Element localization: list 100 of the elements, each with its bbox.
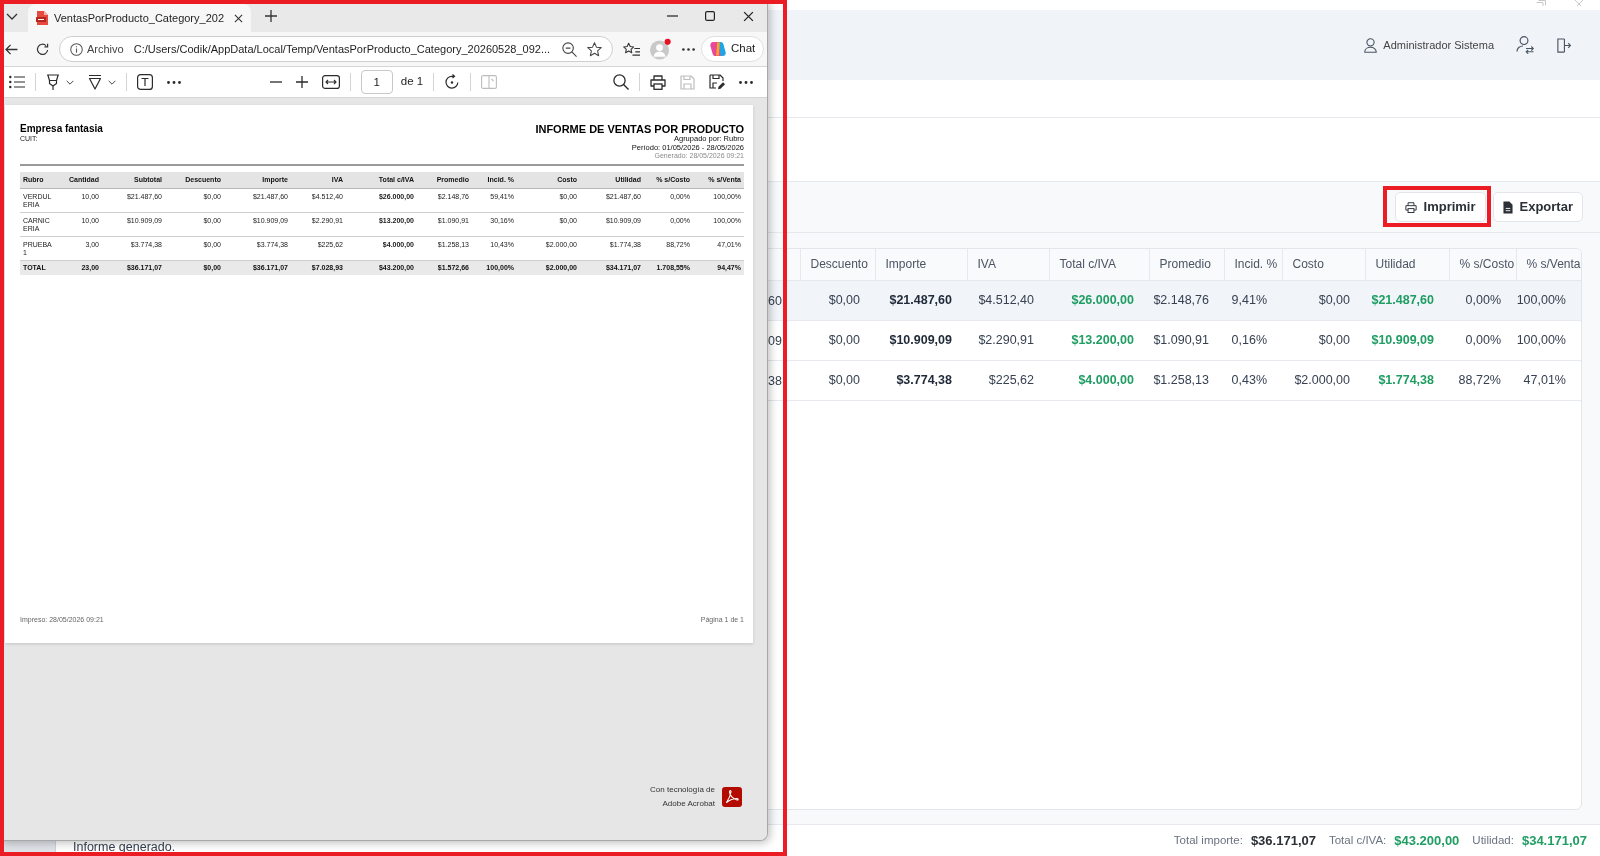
page-count-label: de 1 [400,74,424,90]
rotate-icon[interactable] [444,74,461,90]
address-bar[interactable]: Archivo C:/Users/Codik/AppData/Local/Temp/VentasPorProducto_Category_20260528_092... [59,36,613,62]
table-cell: $1.258,13 [1149,360,1224,400]
user-switch-icon[interactable] [1516,36,1534,54]
column-header: Promedio [1149,249,1224,280]
table-cell: $0,00 [1282,320,1365,360]
table-cell: $13.200,00 [1049,320,1149,360]
printer-icon[interactable] [650,74,666,90]
caret-icon[interactable] [108,79,116,85]
table-cell: 09 [768,334,782,348]
table-cell: 100,00% [1516,280,1581,320]
table-cell: 47,01% [1516,360,1581,400]
pdf-file-icon [36,11,48,25]
user-icon [1364,37,1378,53]
zoom-out-icon[interactable] [562,41,577,57]
table-cell: 0,43% [1224,360,1282,400]
star-icon[interactable] [587,41,602,57]
plus-icon[interactable] [265,10,277,22]
table-cell: $0,00 [1282,280,1365,320]
reload-icon[interactable] [36,42,49,56]
status-message: Informe generado. [73,841,176,853]
table-cell: $0,00 [800,360,875,400]
minus-icon[interactable] [269,81,282,83]
favorites-icon[interactable] [623,41,640,57]
url-text: C:/Users/Codik/AppData/Local/Temp/VentasPorProducto_Category_20260528_092... [133,41,551,57]
column-header: IVA [967,249,1049,280]
table-cell: $21.487,60 [1365,280,1449,320]
table-cell: $2.148,76 [1149,280,1224,320]
swirl-logo-icon [710,41,726,57]
print-button[interactable]: Imprimir [1394,192,1486,222]
table-cell: 0,00% [1449,320,1516,360]
back-icon[interactable] [5,43,18,55]
maximize-icon[interactable] [705,11,715,21]
plus-icon[interactable] [295,76,308,88]
column-header: Utilidad [1365,249,1449,280]
minimize-icon[interactable] [666,15,678,17]
table-row[interactable]: 60 $0,00 $21.487,60 $4.512,40 $26.000,00 $2.148,76 9,41% $0,00 $21.487,60 0,00% 100,00% [768,280,1581,320]
close-icon[interactable] [234,13,243,23]
more-icon[interactable] [739,80,753,84]
table-cell: $0,00 [800,280,875,320]
total-value: $36.171,07 [1250,831,1316,850]
close-icon[interactable] [742,10,754,22]
total-label: Total importe: [1173,832,1243,848]
table-cell: 88,72% [1449,360,1516,400]
highlighter-icon[interactable] [46,74,60,90]
table-cell: $4.000,00 [1049,360,1149,400]
more-icon[interactable] [167,80,181,84]
column-header: Costo [1282,249,1365,280]
text-box-icon[interactable] [137,74,153,90]
total-value: $34.171,07 [1521,831,1587,850]
info-icon [70,42,83,56]
export-button[interactable]: Exportar [1492,192,1583,222]
table-cell: $10.909,09 [1365,320,1449,360]
column-header: % s/Costo [1449,249,1516,280]
branding-text: Con tecnología de [650,784,715,796]
pdf-logo-icon [722,787,742,807]
table-cell: 0,00% [1449,280,1516,320]
table-cell: $1.774,38 [1365,360,1449,400]
search-icon[interactable] [613,74,629,90]
caret-icon[interactable] [66,79,74,85]
pen-icon[interactable] [88,74,102,90]
page-number-field[interactable]: 1 [360,70,393,94]
table-cell: $225,62 [967,360,1049,400]
report-title: INFORME DE VENTAS POR PRODUCTO [535,123,744,135]
company-name: Empresa fantasia [20,123,103,135]
table-cell: $2.290,91 [967,320,1049,360]
printer-icon [1404,201,1417,213]
total-label: Utilidad: [1472,832,1514,848]
table-cell: $26.000,00 [1049,280,1149,320]
table-row[interactable]: 09 $0,00 $10.909,09 $2.290,91 $13.200,00 $1.090,91 0,16% $0,00 $10.909,09 0,00% 100,00% [768,320,1581,360]
total-value: $43.200,00 [1394,831,1460,850]
table-cell: $10.909,09 [875,320,967,360]
logout-icon[interactable] [1556,37,1571,53]
list-icon[interactable] [9,75,25,89]
branding-text: Adobe Acrobat [662,798,715,810]
chat-button[interactable]: Chat [701,36,765,62]
table-cell: $3.774,38 [875,360,967,400]
total-label: Total c/IVA: [1328,832,1387,848]
column-header: Total c/IVA [1049,249,1149,280]
save-as-icon[interactable] [709,74,725,90]
table-cell: $4.512,40 [967,280,1049,320]
table-cell: 38 [768,374,782,388]
table-row[interactable]: 38 $0,00 $3.774,38 $225,62 $4.000,00 $1.258,13 0,43% $2.000,00 $1.774,38 88,72% 47,01% [768,360,1581,400]
table-cell: 0,16% [1224,320,1282,360]
user-name: Administrador Sistema [1383,37,1494,53]
table-cell: 60 [768,294,782,308]
site-info-button[interactable]: Archivo [66,39,128,59]
table-cell: 100,00% [1516,320,1581,360]
table-cell: $0,00 [800,320,875,360]
column-header: % s/Venta [1516,249,1581,280]
column-header: Descuento [800,249,875,280]
avatar-icon[interactable] [650,38,671,60]
browser-tab[interactable]: VentasPorProducto_Category_202 [28,4,251,32]
fit-width-icon[interactable] [321,75,340,89]
table-cell: 9,41% [1224,280,1282,320]
more-icon[interactable] [682,47,695,51]
table-cell: $21.487,60 [875,280,967,320]
file-icon [1502,200,1513,214]
chevron-down-icon[interactable] [6,12,18,20]
